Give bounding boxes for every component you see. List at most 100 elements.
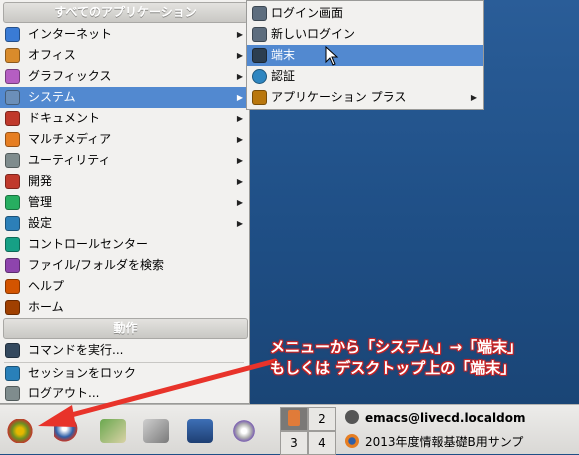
menu-header-actions: 動作 <box>3 318 248 339</box>
task-firefox[interactable]: 2013年度情報基礎B用サンプ <box>345 430 579 454</box>
submenu-item-label: アプリケーション プラス <box>271 90 407 104</box>
utility-icon <box>5 153 20 168</box>
submenu-arrow-icon: ▶ <box>236 114 243 123</box>
menu-item-control-center[interactable]: コントロールセンター <box>0 234 249 255</box>
menu-item-label: コントロールセンター <box>28 237 149 251</box>
menu-item-system[interactable]: システム ▶ <box>0 87 249 108</box>
development-icon <box>5 174 20 189</box>
auth-icon <box>252 69 267 84</box>
submenu-item-app-plus[interactable]: アプリケーション プラス ▶ <box>247 87 483 108</box>
menu-item-documents[interactable]: ドキュメント ▶ <box>0 108 249 129</box>
menu-item-label: オフィス <box>28 48 76 62</box>
menu-item-multimedia[interactable]: マルチメディア ▶ <box>0 129 249 150</box>
menu-item-lock-session[interactable]: セッションをロック <box>0 363 249 384</box>
submenu-arrow-icon: ▶ <box>236 93 243 102</box>
home-icon <box>5 300 20 315</box>
menu-item-label: ホーム <box>28 300 64 314</box>
bottom-panel: 2 3 4 emacs@livecd.localdom 2013年度情報基礎B用… <box>0 404 579 455</box>
graphics-icon <box>5 69 20 84</box>
menu-item-admin[interactable]: 管理 ▶ <box>0 192 249 213</box>
globe-icon <box>5 27 20 42</box>
submenu-arrow-icon: ▶ <box>236 30 243 39</box>
menu-item-help[interactable]: ヘルプ <box>0 276 249 297</box>
menu-item-label: ドキュメント <box>28 111 101 125</box>
workspace-2[interactable]: 2 <box>308 407 336 431</box>
submenu-arrow-icon: ▶ <box>236 135 243 144</box>
menu-item-development[interactable]: 開発 ▶ <box>0 171 249 192</box>
office-launcher-icon[interactable] <box>100 419 126 443</box>
system-icon <box>5 90 20 105</box>
main-menu-icon[interactable] <box>7 419 33 443</box>
submenu-arrow-icon: ▶ <box>236 72 243 81</box>
help-icon <box>5 279 20 294</box>
menu-item-label: コマンドを実行... <box>28 343 124 357</box>
menu-item-label: ログアウト... <box>28 386 100 400</box>
submenu-item-label: ログイン画面 <box>271 6 344 20</box>
menu-item-office[interactable]: オフィス ▶ <box>0 45 249 66</box>
menu-item-internet[interactable]: インターネット ▶ <box>0 24 249 45</box>
new-login-icon <box>252 27 267 42</box>
menu-item-label: 開発 <box>28 174 53 188</box>
menu-item-label: ヘルプ <box>28 279 65 293</box>
menu-item-label: ユーティリティ <box>28 153 111 167</box>
menu-item-label: システム <box>28 90 76 104</box>
submenu-arrow-icon: ▶ <box>236 177 243 186</box>
menu-item-label: インターネット <box>28 27 113 41</box>
annotation-line-1: メニューから「システム」→「端末」 <box>270 338 523 356</box>
run-icon <box>5 343 20 358</box>
workspace-window-icon <box>288 410 300 426</box>
menu-item-label: ファイル/フォルダを検索 <box>28 258 165 272</box>
logout-icon <box>5 386 20 401</box>
terminal-launcher-icon[interactable] <box>187 419 213 443</box>
applications-menu: すべてのアプリケーション インターネット ▶ オフィス ▶ グラフィックス ▶ … <box>0 0 250 404</box>
menu-item-run-command[interactable]: コマンドを実行... <box>0 340 249 361</box>
control-center-icon <box>5 237 20 252</box>
menu-item-search-files[interactable]: ファイル/フォルダを検索 <box>0 255 249 276</box>
menu-item-label: グラフィックス <box>28 69 112 83</box>
submenu-item-login-screen[interactable]: ログイン画面 <box>247 3 483 24</box>
menu-header-all-apps: すべてのアプリケーション <box>3 2 248 23</box>
workspace-4[interactable]: 4 <box>308 431 336 455</box>
submenu-item-label: 新しいログイン <box>271 27 356 41</box>
search-icon <box>5 258 20 273</box>
menu-item-label: マルチメディア <box>28 132 112 146</box>
menu-item-label: 管理 <box>28 195 53 209</box>
submenu-arrow-icon: ▶ <box>236 51 243 60</box>
login-screen-icon <box>252 6 267 21</box>
browser-launcher-icon[interactable] <box>54 419 80 443</box>
submenu-arrow-icon: ▶ <box>236 198 243 207</box>
app-plus-icon <box>252 90 267 105</box>
menu-item-graphics[interactable]: グラフィックス ▶ <box>0 66 249 87</box>
office-icon <box>5 48 20 63</box>
submenu-arrow-icon: ▶ <box>236 219 243 228</box>
submenu-item-auth[interactable]: 認証 <box>247 66 483 87</box>
menu-item-settings[interactable]: 設定 ▶ <box>0 213 249 234</box>
menu-item-logout[interactable]: ログアウト... <box>0 383 249 404</box>
submenu-item-label: 認証 <box>271 69 296 83</box>
submenu-arrow-icon: ▶ <box>236 156 243 165</box>
admin-icon <box>5 195 20 210</box>
editor-launcher-icon[interactable] <box>143 419 169 443</box>
mouse-cursor-icon <box>325 46 339 66</box>
workspace-1[interactable] <box>280 407 308 431</box>
submenu-item-label: 端末 <box>271 48 296 62</box>
document-icon <box>5 111 20 126</box>
submenu-item-new-login[interactable]: 新しいログイン <box>247 24 483 45</box>
media-launcher-icon[interactable] <box>231 419 257 443</box>
terminal-icon <box>252 48 267 63</box>
menu-item-home[interactable]: ホーム <box>0 297 249 318</box>
annotation-text: メニューから「システム」→「端末」 もしくは デスクトップ上の「端末」 <box>270 337 579 379</box>
firefox-icon <box>345 434 359 448</box>
system-submenu: ログイン画面 新しいログイン 端末 認証 アプリケーション プラス ▶ <box>246 0 484 110</box>
submenu-arrow-icon: ▶ <box>470 93 477 102</box>
task-emacs[interactable]: emacs@livecd.localdom <box>345 406 579 430</box>
settings-icon <box>5 216 20 231</box>
task-label: emacs@livecd.localdom <box>365 411 526 425</box>
submenu-item-terminal[interactable]: 端末 <box>247 45 483 66</box>
annotation-line-2: もしくは デスクトップ上の「端末」 <box>270 359 516 377</box>
menu-item-label: セッションをロック <box>28 366 137 380</box>
workspace-3[interactable]: 3 <box>280 431 308 455</box>
menu-item-utilities[interactable]: ユーティリティ ▶ <box>0 150 249 171</box>
lock-icon <box>5 366 20 381</box>
task-label: 2013年度情報基礎B用サンプ <box>365 435 524 449</box>
